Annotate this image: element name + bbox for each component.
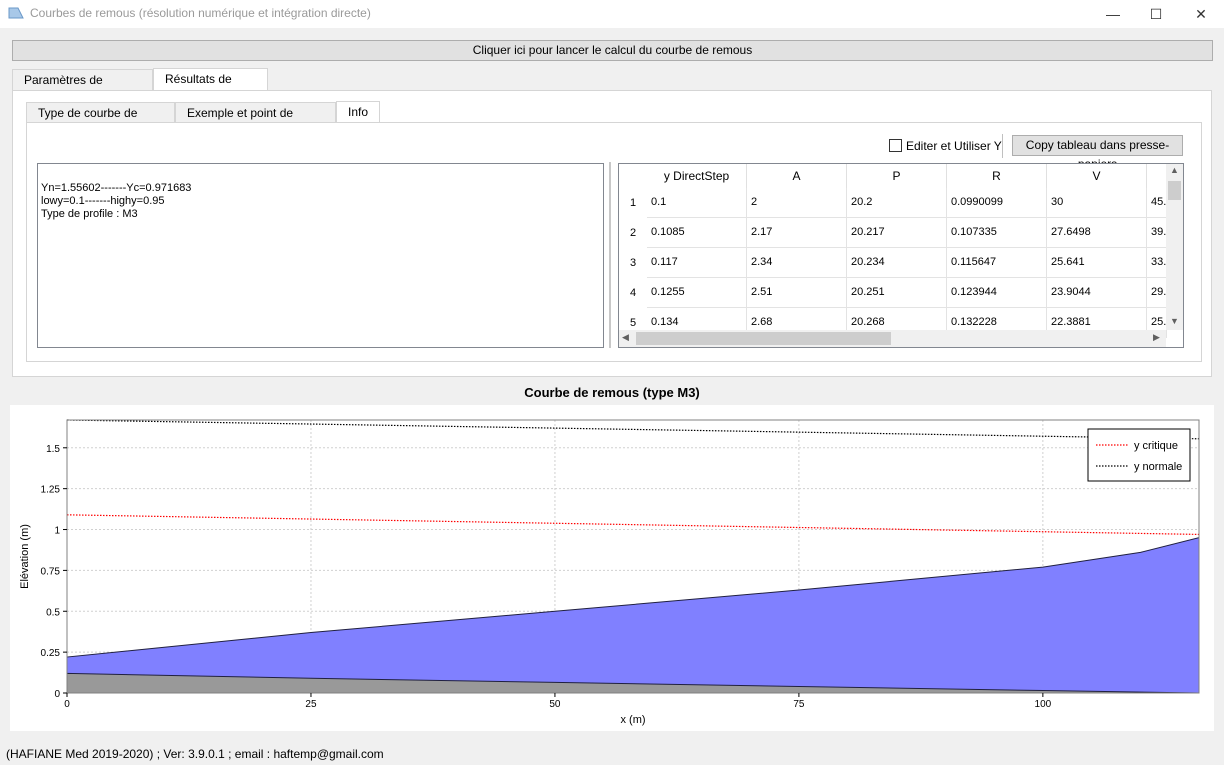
table-cell[interactable]: 0.1 <box>647 188 747 218</box>
table-cell[interactable]: 30 <box>1047 188 1147 218</box>
app-icon <box>8 7 24 19</box>
table-cell[interactable]: 27.6498 <box>1047 218 1147 248</box>
table-cell[interactable]: 0.115647 <box>947 248 1047 278</box>
table-cell[interactable]: 2.51 <box>747 278 847 308</box>
table-cell[interactable]: 0.107335 <box>947 218 1047 248</box>
results-table[interactable]: y DirectStep A P R V 1 0.1 2 20.2 0.0990099 3… <box>618 163 1184 348</box>
edit-y-checkbox[interactable] <box>889 139 902 152</box>
y-tick-label: 1.5 <box>46 444 60 455</box>
tab-resultats[interactable]: Résultats de calcul <box>153 68 268 106</box>
table-cell[interactable]: 0.117 <box>647 248 747 278</box>
minimize-icon: — <box>1106 6 1120 22</box>
tab-exemple[interactable]: Exemple et point de contrôle <box>175 102 336 140</box>
column-header[interactable]: P <box>847 164 947 188</box>
table-cell[interactable]: 20.234 <box>847 248 947 278</box>
row-header[interactable]: 1 <box>619 188 647 218</box>
window-title: Courbes de remous (résolution numérique … <box>30 6 371 20</box>
y-tick-label: 0 <box>54 689 60 700</box>
x-tick-label: 50 <box>549 699 561 710</box>
y-tick-label: 0.75 <box>41 566 61 577</box>
legend-label: y normale <box>1134 461 1182 473</box>
x-tick-label: 75 <box>793 699 805 710</box>
tab-info[interactable]: Info <box>336 101 380 124</box>
y-tick-label: 1 <box>54 526 60 537</box>
chart-title: Courbe de remous (type M3) <box>524 385 700 400</box>
scroll-left-icon[interactable]: ◀ <box>622 332 629 343</box>
table-cell[interactable]: 0.1085 <box>647 218 747 248</box>
edit-y-label: Editer et Utiliser Y <box>906 139 1002 153</box>
x-tick-label: 25 <box>305 699 317 710</box>
column-header[interactable] <box>1147 164 1167 188</box>
table-cell[interactable]: 0.1255 <box>647 278 747 308</box>
row-header[interactable]: 2 <box>619 218 647 248</box>
line-series <box>66 419 1200 440</box>
table-cell[interactable]: 2.17 <box>747 218 847 248</box>
close-icon: ✕ <box>1195 5 1207 22</box>
scrollbar-thumb[interactable] <box>1168 181 1181 200</box>
table-cell[interactable]: 45. <box>1147 188 1167 218</box>
column-header[interactable]: V <box>1047 164 1147 188</box>
scroll-up-icon[interactable]: ▲ <box>1170 165 1179 175</box>
area-series <box>66 537 1200 694</box>
splitter-handle[interactable] <box>609 162 611 348</box>
title-bar: Courbes de remous (résolution numérique … <box>0 0 1224 28</box>
table-cell[interactable]: 0.123944 <box>947 278 1047 308</box>
y-tick-label: 0.25 <box>41 648 61 659</box>
close-button[interactable]: ✕ <box>1178 0 1224 28</box>
copy-table-button[interactable]: Copy tableau dans presse-papiers <box>1012 135 1183 171</box>
table-cell[interactable]: 33. <box>1147 248 1167 278</box>
minimize-button[interactable]: — <box>1090 0 1136 28</box>
info-textbox[interactable]: Yn=1.55602-------Yc=0.971683 lowy=0.1---… <box>37 163 604 348</box>
x-axis-label: x (m) <box>620 714 645 726</box>
status-bar: (HAFIANE Med 2019-2020) ; Ver: 3.9.0.1 ;… <box>6 747 384 761</box>
legend-label: y critique <box>1134 440 1178 452</box>
table-horizontal-scrollbar[interactable]: ◀ ▶ <box>619 330 1166 347</box>
table-cell[interactable]: 20.217 <box>847 218 947 248</box>
y-tick-label: 1.25 <box>41 485 61 496</box>
chart-svg: 0 25 50 75 100 0 0.25 0.5 0.75 1 1.25 1.5 x (m) Eléva… <box>19 419 1200 726</box>
chart-area[interactable]: 0 25 50 75 100 0 0.25 0.5 0.75 1 1.25 1.5 x (m) Eléva… <box>10 405 1214 731</box>
table-cell[interactable]: 2.34 <box>747 248 847 278</box>
x-tick-label: 100 <box>1035 699 1052 710</box>
table-cell[interactable]: 23.9044 <box>1047 278 1147 308</box>
tab-type-courbe[interactable]: Type de courbe de remous <box>26 102 175 140</box>
table-cell[interactable]: 29. <box>1147 278 1167 308</box>
table-cell[interactable]: 2 <box>747 188 847 218</box>
y-axis-label: Elévation (m) <box>19 524 31 589</box>
table-vertical-scrollbar[interactable]: ▲ ▼ <box>1166 164 1183 330</box>
table-cell[interactable]: 20.2 <box>847 188 947 218</box>
scrollbar-thumb[interactable] <box>636 332 891 345</box>
legend-box <box>1087 428 1191 482</box>
toolbar-divider <box>1002 134 1003 158</box>
column-header[interactable]: A <box>747 164 847 188</box>
line-series <box>66 514 1200 536</box>
maximize-button[interactable]: ☐ <box>1133 0 1179 28</box>
run-calculation-button[interactable]: Cliquer ici pour lancer le calcul du cou… <box>12 40 1213 61</box>
table-cell[interactable]: 0.0990099 <box>947 188 1047 218</box>
scroll-down-icon[interactable]: ▼ <box>1170 316 1179 326</box>
column-header[interactable]: R <box>947 164 1047 188</box>
table-cell[interactable]: 39. <box>1147 218 1167 248</box>
row-header[interactable]: 3 <box>619 248 647 278</box>
row-header[interactable]: 4 <box>619 278 647 308</box>
table-cell[interactable]: 20.251 <box>847 278 947 308</box>
y-tick-label: 0.5 <box>46 607 60 618</box>
maximize-icon: ☐ <box>1149 5 1163 22</box>
column-header[interactable]: y DirectStep <box>647 164 747 188</box>
scroll-right-icon[interactable]: ▶ <box>1153 332 1160 343</box>
x-tick-label: 0 <box>64 699 70 710</box>
table-cell[interactable]: 25.641 <box>1047 248 1147 278</box>
tab-parametres[interactable]: Paramètres de simulation <box>12 69 153 107</box>
